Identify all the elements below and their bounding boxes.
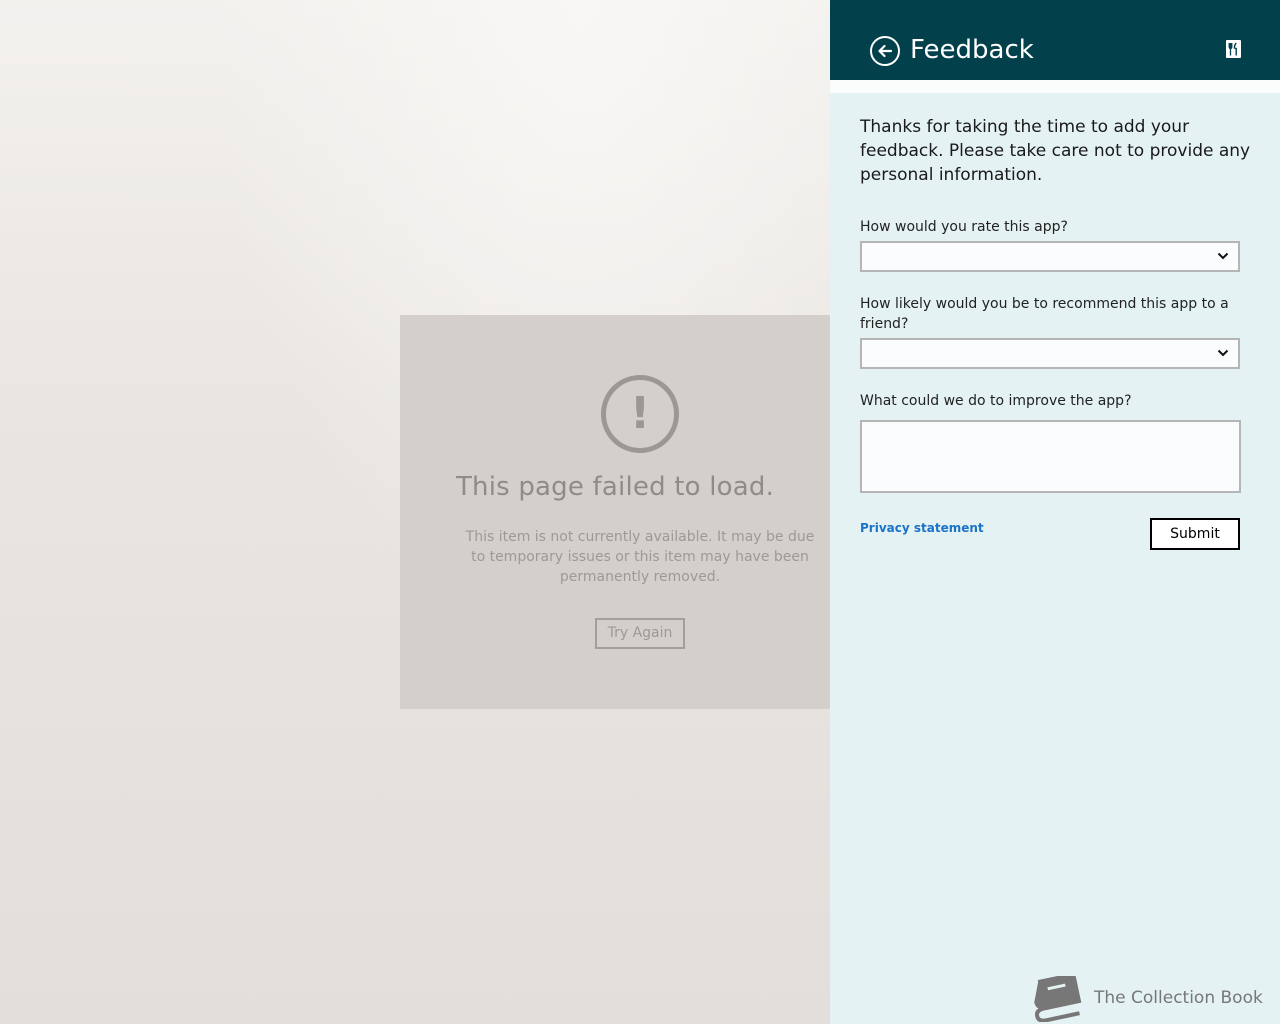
exclamation-circle-icon: ! <box>601 375 679 453</box>
flyout-title: Feedback <box>910 35 1034 65</box>
intro-text: Thanks for taking the time to add your f… <box>860 117 1251 185</box>
error-message: This item is not currently available. It… <box>465 529 815 585</box>
error-title: This page failed to load. <box>455 472 775 502</box>
rating-dropdown[interactable] <box>860 241 1240 272</box>
watermark-text: The Collection Book <box>1094 988 1263 1008</box>
flyout-header: Feedback <box>830 0 1280 93</box>
back-button[interactable] <box>870 36 900 66</box>
rating-label: How would you rate this app? <box>860 219 1068 235</box>
submit-button[interactable]: Submit <box>1150 518 1240 550</box>
improve-textarea[interactable] <box>860 420 1241 493</box>
header-divider <box>830 80 1280 93</box>
book-icon <box>1034 976 1082 1022</box>
try-again-button[interactable]: Try Again <box>595 618 685 649</box>
chevron-down-icon <box>1217 349 1229 357</box>
recommend-label: How likely would you be to recommend thi… <box>860 296 1229 332</box>
privacy-statement-link[interactable]: Privacy statement <box>860 521 984 535</box>
error-panel: ! This page failed to load. This item is… <box>400 315 830 709</box>
chevron-down-icon <box>1217 252 1229 260</box>
improve-label: What could we do to improve the app? <box>860 393 1132 409</box>
app-icon <box>1226 40 1241 58</box>
feedback-flyout: Feedback Thanks for taking the time to a… <box>830 0 1280 1024</box>
recommend-dropdown[interactable] <box>860 338 1240 369</box>
watermark: The Collection Book <box>1028 974 1280 1024</box>
background-app: ! This page failed to load. This item is… <box>0 0 830 1024</box>
back-arrow-icon <box>878 44 893 58</box>
